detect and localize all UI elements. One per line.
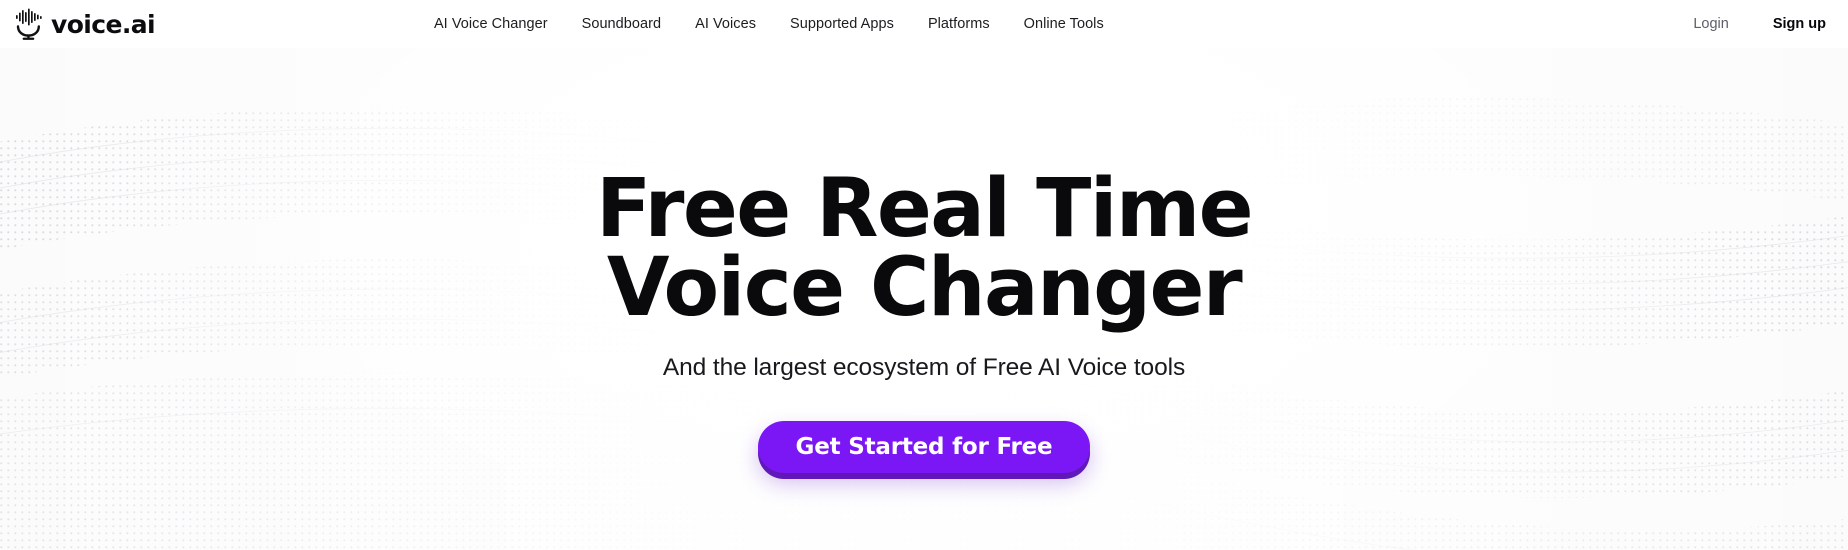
main-navigation: AI Voice Changer Soundboard AI Voices Su…: [434, 17, 1104, 32]
nav-item-online-tools[interactable]: Online Tools: [1024, 17, 1104, 32]
get-started-button[interactable]: Get Started for Free: [757, 420, 1091, 473]
page-root: voice.ai AI Voice Changer Soundboard AI …: [0, 0, 1848, 550]
nav-item-soundboard[interactable]: Soundboard: [582, 17, 662, 32]
nav-item-platforms[interactable]: Platforms: [928, 17, 990, 32]
account-actions: Login Sign up: [1693, 16, 1826, 32]
nav-item-ai-voices[interactable]: AI Voices: [695, 17, 756, 32]
hero-title-line-1: Free Real Time: [595, 162, 1254, 256]
nav-item-supported-apps[interactable]: Supported Apps: [790, 17, 894, 32]
brand-name: voice.ai: [51, 9, 156, 39]
hero-section: Free Real Time Voice Changer And the lar…: [0, 48, 1848, 473]
login-link[interactable]: Login: [1693, 16, 1728, 32]
site-header: voice.ai AI Voice Changer Soundboard AI …: [0, 0, 1848, 48]
microphone-waveform-icon: [16, 8, 42, 40]
hero-subtitle: And the largest ecosystem of Free AI Voi…: [662, 353, 1186, 381]
page-title: Free Real Time Voice Changer: [0, 162, 1848, 336]
signup-link[interactable]: Sign up: [1773, 16, 1826, 32]
nav-item-ai-voice-changer[interactable]: AI Voice Changer: [434, 17, 548, 32]
brand-logo-link[interactable]: voice.ai: [14, 8, 156, 40]
hero-title-line-2: Voice Changer: [606, 241, 1243, 336]
hero-cta-container: Get Started for Free: [0, 420, 1848, 473]
